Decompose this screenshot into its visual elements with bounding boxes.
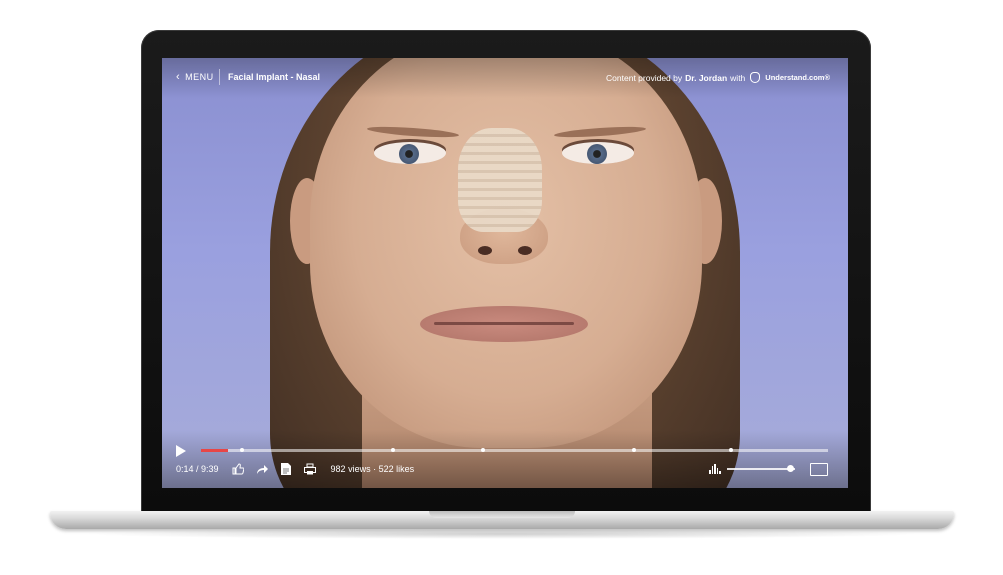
progress-fill [201, 449, 228, 452]
left-eye [374, 142, 446, 164]
chapter-marker[interactable] [729, 448, 734, 452]
video-player[interactable]: ‹ MENU Facial Implant - Nasal Content pr… [162, 58, 848, 488]
views-count: 982 views [330, 464, 371, 474]
play-icon[interactable] [176, 445, 186, 457]
fullscreen-icon[interactable] [810, 463, 828, 476]
volume-icon[interactable] [709, 464, 721, 474]
understand-logo-icon [750, 72, 761, 83]
progress-bar[interactable] [201, 448, 828, 452]
player-controls: 0:14 / 9:39 982 views · 522 likes [162, 430, 848, 488]
volume-slider[interactable] [727, 468, 795, 470]
right-nostril [518, 246, 532, 255]
transcript-icon[interactable] [279, 462, 293, 476]
chapter-marker[interactable] [481, 448, 486, 452]
time-display: 0:14 / 9:39 [176, 464, 219, 474]
chapter-marker[interactable] [631, 448, 636, 452]
laptop-notch [429, 511, 575, 518]
topbar-divider [219, 69, 220, 85]
video-title: Facial Implant - Nasal [228, 72, 321, 82]
video-top-bar: ‹ MENU Facial Implant - Nasal Content pr… [162, 58, 848, 98]
right-eye [562, 142, 634, 164]
video-stats: 982 views · 522 likes [331, 464, 415, 474]
menu-button[interactable]: ‹ MENU [176, 70, 214, 83]
left-nostril [478, 246, 492, 255]
nasal-implant [458, 128, 542, 232]
provider-prefix: Content provided by [606, 72, 683, 83]
chapter-marker[interactable] [240, 448, 245, 452]
share-icon[interactable] [255, 462, 269, 476]
provider-with: with [730, 72, 746, 83]
print-icon[interactable] [303, 462, 317, 476]
controls-row: 0:14 / 9:39 982 views · 522 likes [176, 462, 414, 476]
back-chevron-icon: ‹ [176, 70, 181, 83]
menu-label: MENU [185, 72, 214, 82]
like-icon[interactable] [231, 462, 245, 476]
chapter-marker[interactable] [390, 448, 395, 452]
likes-count: 522 likes [378, 464, 415, 474]
lips [420, 306, 588, 342]
stats-separator: · [373, 464, 377, 474]
volume-knob[interactable] [786, 465, 794, 472]
provider-name: Dr. Jordan [685, 72, 728, 83]
content-provider: Content provided by Dr. Jordan with Unde… [606, 72, 830, 83]
brand-name[interactable]: Understand.com® [765, 73, 830, 82]
laptop-shadow [80, 529, 924, 539]
video-frame [162, 58, 848, 488]
